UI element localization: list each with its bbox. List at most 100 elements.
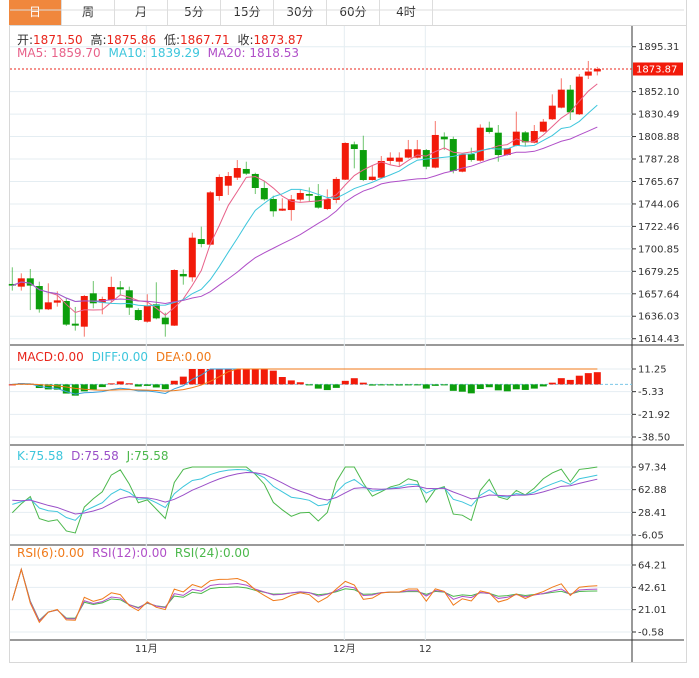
macd-bar	[494, 384, 502, 391]
macd-bar	[584, 373, 592, 385]
macd-bar	[143, 384, 151, 386]
time-label: 12月	[333, 643, 356, 655]
candle-up	[278, 208, 286, 211]
candle-up	[368, 176, 376, 180]
macd-bar	[521, 384, 529, 390]
d-value: D:75.58	[71, 449, 119, 463]
macd-bar	[332, 384, 340, 388]
price-tick-label: 1722.46	[638, 222, 679, 233]
rsi-tick-label: 21.01	[638, 605, 667, 616]
macd-bar	[548, 382, 556, 385]
k-value: K:75.58	[17, 449, 64, 463]
macd-bar	[413, 384, 421, 386]
candle-down	[242, 168, 250, 174]
rsi6-line	[11, 567, 598, 624]
macd-bar	[170, 380, 178, 385]
macd-bar	[431, 384, 439, 386]
candle-down	[305, 194, 313, 196]
candle-down	[449, 139, 457, 171]
price-tick-label: 1808.88	[638, 132, 679, 143]
close-value: 1873.87	[253, 33, 304, 47]
macd-bar	[359, 382, 367, 385]
macd-bar	[530, 384, 538, 389]
close-label: 收:	[237, 33, 254, 47]
macd-tick-label: -21.92	[638, 410, 670, 421]
macd-bar	[323, 384, 331, 391]
kdj-tick-label: 97.34	[638, 463, 667, 474]
candle-up	[575, 76, 583, 115]
candle-up	[206, 192, 214, 245]
candle-up	[539, 121, 547, 132]
candle-down	[260, 187, 268, 200]
candle-down	[197, 239, 205, 245]
candle-down	[485, 127, 493, 132]
candle-up	[557, 89, 565, 108]
candle-up	[107, 286, 115, 300]
macd-bar	[557, 378, 565, 385]
candle-down	[134, 310, 142, 321]
macd-bar	[116, 381, 124, 385]
candle-up	[377, 160, 385, 178]
candle-up	[530, 131, 538, 143]
macd-bar	[269, 370, 277, 385]
open-label: 开:	[17, 33, 34, 47]
candle-up	[224, 176, 232, 186]
candle-down	[467, 153, 475, 161]
macd-bar	[386, 384, 394, 386]
price-tick-label: 1830.49	[638, 110, 679, 121]
kline-chart[interactable]: 1895.31 1852.10 1830.49 1808.88 1787.28 1765.…	[0, 0, 699, 678]
open-value: 1871.50	[33, 33, 83, 47]
macd-bar	[404, 384, 412, 386]
candle-up	[44, 302, 52, 310]
macd-value: MACD:0.00	[17, 350, 84, 364]
macd-bar	[278, 377, 286, 385]
ma-legend: MA5: 1859.70 MA10: 1839.29 MA20: 1818.53	[17, 46, 303, 60]
candle-up	[476, 127, 484, 161]
macd-bar	[395, 384, 403, 386]
macd-bar	[422, 384, 430, 389]
price-tick-label: 1852.10	[638, 87, 679, 98]
rsi-tick-label: -0.58	[638, 628, 664, 639]
macd-bar	[467, 384, 475, 394]
macd-bar	[566, 379, 574, 385]
macd-bar	[98, 384, 106, 388]
price-tick-label: 1787.28	[638, 155, 679, 166]
candle-up	[188, 237, 196, 278]
macd-bar	[179, 376, 187, 385]
price-tick-label: 1679.25	[638, 267, 679, 278]
macd-bar	[251, 369, 259, 385]
candle-down	[179, 273, 187, 277]
macd-bar	[539, 384, 547, 387]
kdj-tick-label: 62.88	[638, 485, 667, 496]
time-label: 11月	[135, 643, 158, 655]
candle-up	[404, 149, 412, 158]
price-tick-label: 1700.85	[638, 244, 679, 255]
candle-up	[548, 105, 556, 120]
candle-down	[440, 136, 448, 140]
macd-bar	[575, 375, 583, 385]
candle-up	[53, 300, 61, 303]
price-tick-label: 1636.03	[638, 312, 679, 323]
candle-down	[269, 199, 277, 212]
last-price-label: 1873.87	[636, 64, 677, 75]
macd-bar	[80, 384, 88, 392]
candle-down	[116, 287, 124, 290]
candle-up	[233, 168, 241, 178]
macd-bar	[152, 384, 160, 388]
macd-tick-label: -38.50	[638, 433, 670, 444]
candle-up	[296, 192, 304, 200]
macd-bar	[593, 372, 601, 385]
price-tick-label: 1614.43	[638, 334, 679, 345]
macd-bar	[476, 384, 484, 389]
ma20-line	[12, 126, 598, 304]
high-value: 1875.86	[106, 33, 157, 47]
kdj-legend: K:75.58 D:75.58 J:75.58	[17, 449, 173, 463]
candle-up	[395, 157, 403, 162]
price-tick-label: 1657.64	[638, 289, 679, 300]
macd-bar	[107, 383, 115, 385]
candle-down	[359, 150, 367, 180]
macd-bar	[512, 384, 520, 390]
kdj-tick-label: 28.41	[638, 508, 667, 519]
diff-value: DIFF:0.00	[91, 350, 148, 364]
time-label: 12	[419, 644, 432, 655]
